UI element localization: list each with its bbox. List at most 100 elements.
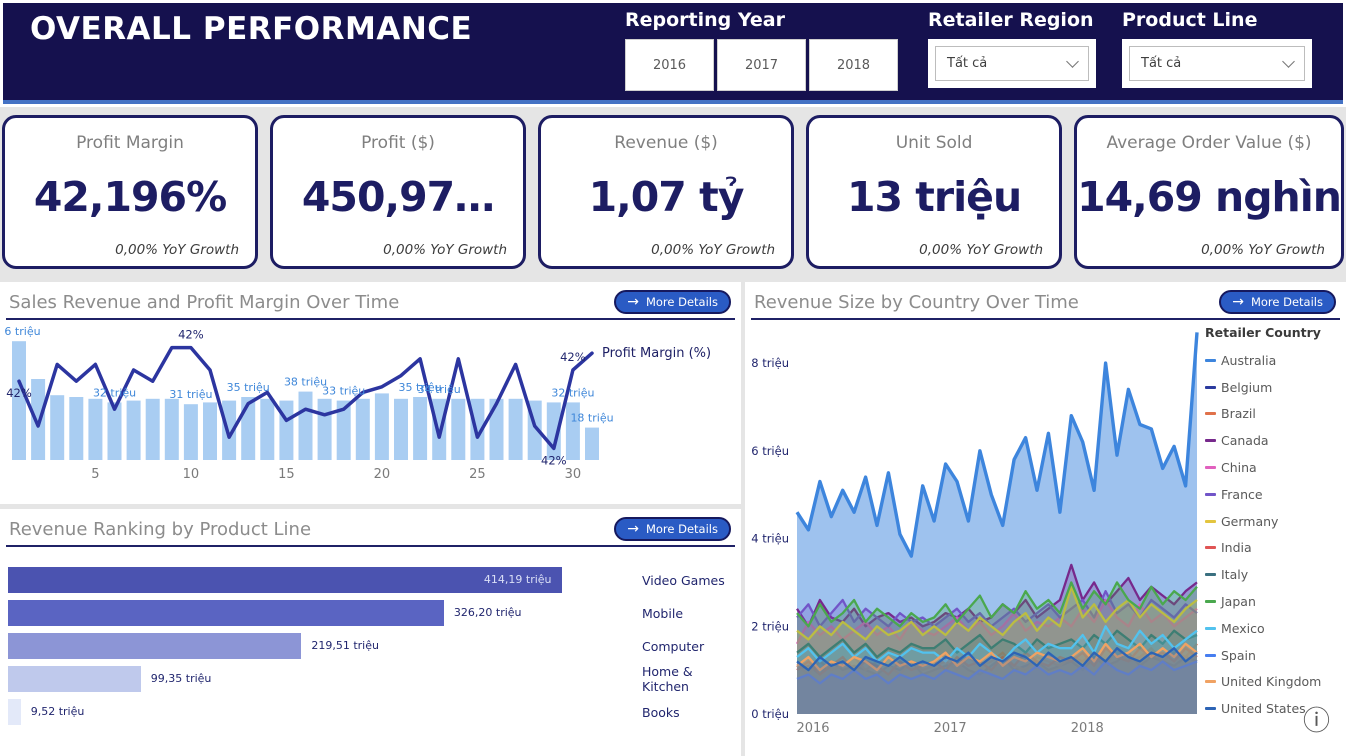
rank-row-video-games[interactable]: 414,19 triệuVideo Games: [8, 567, 731, 593]
legend-item-india[interactable]: India: [1205, 535, 1341, 562]
legend-item-australia[interactable]: Australia: [1205, 347, 1341, 374]
kpi-title: Profit Margin: [5, 133, 255, 153]
svg-text:25: 25: [469, 467, 486, 482]
more-details-button-country[interactable]: → More Details: [1219, 290, 1336, 314]
kpi-value: 1,07 tỷ: [541, 173, 791, 221]
svg-text:0 triệu: 0 triệu: [751, 707, 789, 721]
year-button-2017[interactable]: 2017: [717, 39, 806, 91]
kpi-growth: 0,00% YoY Growth: [651, 242, 775, 258]
svg-text:38 triệu: 38 triệu: [284, 376, 327, 389]
legend-label: Australia: [1221, 353, 1276, 368]
retailer-region-filter: Retailer Region Tất cả: [928, 9, 1096, 88]
panel-revenue-by-country: Revenue Size by Country Over Time → More…: [745, 282, 1346, 756]
legend-item-united-kingdom[interactable]: United Kingdom: [1205, 669, 1341, 696]
legend-label: Japan: [1221, 594, 1256, 609]
rank-bar[interactable]: [8, 666, 141, 692]
retailer-region-label: Retailer Region: [928, 9, 1096, 31]
panel-country-title: Revenue Size by Country Over Time: [754, 292, 1079, 313]
product-line-filter: Product Line Tất cả: [1122, 9, 1312, 88]
rank-bar[interactable]: [8, 567, 562, 593]
arrow-right-icon: →: [1232, 295, 1244, 309]
legend-swatch: [1205, 359, 1216, 362]
legend-item-italy[interactable]: Italy: [1205, 561, 1341, 588]
panel-ranking-title: Revenue Ranking by Product Line: [9, 519, 311, 540]
svg-text:66 triệu: 66 triệu: [4, 325, 41, 338]
kpi-title: Unit Sold: [809, 133, 1059, 153]
kpi-growth: 0,00% YoY Growth: [115, 242, 239, 258]
legend-swatch: [1205, 412, 1216, 415]
rank-value-label: 9,52 triệu: [31, 705, 85, 718]
legend-item-spain[interactable]: Spain: [1205, 642, 1341, 669]
rank-category-label: Home & Kitchen: [596, 664, 731, 694]
retailer-region-dropdown[interactable]: Tất cả: [928, 39, 1096, 88]
svg-text:32 triệu: 32 triệu: [93, 386, 136, 399]
rank-category-label: Mobile: [596, 606, 731, 621]
legend-item-canada[interactable]: Canada: [1205, 427, 1341, 454]
svg-text:2017: 2017: [934, 721, 967, 736]
arrow-right-icon: →: [627, 295, 639, 309]
more-details-button-sales[interactable]: → More Details: [614, 290, 731, 314]
svg-text:42%: 42%: [541, 453, 567, 467]
rank-row-mobile[interactable]: 326,20 triệuMobile: [8, 600, 731, 626]
rank-value-label: 219,51 triệu: [311, 639, 379, 652]
legend-label: United States: [1221, 701, 1306, 716]
svg-text:30: 30: [565, 467, 582, 482]
kpi-card-average-order-value: Average Order Value ($)14,69 nghìn0,00% …: [1074, 115, 1344, 269]
kpi-title: Revenue ($): [541, 133, 791, 153]
legend-item-belgium[interactable]: Belgium: [1205, 374, 1341, 401]
svg-text:2 triệu: 2 triệu: [751, 619, 789, 633]
kpi-title: Average Order Value ($): [1077, 133, 1341, 153]
reporting-year-filter: Reporting Year 201620172018: [625, 9, 907, 91]
legend-swatch: [1205, 466, 1216, 469]
kpi-card-revenue: Revenue ($) 1,07 tỷ 0,00% YoY Growth: [538, 115, 794, 269]
legend-label: United Kingdom: [1221, 674, 1321, 689]
kpi-value: 14,69 nghìn: [1077, 173, 1341, 221]
legend-swatch: [1205, 627, 1216, 630]
legend-item-mexico[interactable]: Mexico: [1205, 615, 1341, 642]
rank-bar[interactable]: [8, 633, 301, 659]
year-button-2018[interactable]: 2018: [809, 39, 898, 91]
legend-swatch: [1205, 707, 1216, 710]
legend-label: Brazil: [1221, 406, 1256, 421]
svg-text:35 triệu: 35 triệu: [227, 381, 270, 394]
legend-item-germany[interactable]: Germany: [1205, 508, 1341, 535]
legend-item-brazil[interactable]: Brazil: [1205, 401, 1341, 428]
legend-item-japan[interactable]: Japan: [1205, 588, 1341, 615]
country-legend: Retailer Country AustraliaBelgiumBrazilC…: [1203, 322, 1341, 756]
legend-item-france[interactable]: France: [1205, 481, 1341, 508]
rank-bar[interactable]: [8, 699, 21, 725]
rank-bar[interactable]: [8, 600, 444, 626]
kpi-value: 42,196%: [5, 173, 255, 221]
panel-revenue-ranking: Revenue Ranking by Product Line → More D…: [0, 509, 741, 756]
product-line-value: Tất cả: [1141, 56, 1181, 71]
rank-row-home-kitchen[interactable]: 99,35 triệuHome & Kitchen: [8, 666, 731, 692]
header-accent-strip: [3, 100, 1343, 104]
svg-text:5: 5: [91, 467, 99, 482]
kpi-card-profit: Profit ($)450,97…0,00% YoY Growth: [270, 115, 526, 269]
year-button-2016[interactable]: 2016: [625, 39, 714, 91]
more-details-label: More Details: [646, 522, 718, 536]
legend-swatch: [1205, 600, 1216, 603]
legend-label: France: [1221, 487, 1263, 502]
legend-swatch: [1205, 680, 1216, 683]
sales-combo-chart-svg: 5101520253066 triệu32 triệu31 triệu35 tr…: [4, 324, 734, 492]
legend-label: India: [1221, 540, 1252, 555]
legend-swatch: [1205, 493, 1216, 496]
legend-item-china[interactable]: China: [1205, 454, 1341, 481]
info-icon[interactable]: ⓘ: [1303, 708, 1330, 735]
country-area-chart: 0 triệu2 triệu4 triệu6 triệu8 triệu20162…: [745, 322, 1203, 756]
rank-row-computer[interactable]: 219,51 triệuComputer: [8, 633, 731, 659]
product-line-dropdown[interactable]: Tất cả: [1122, 39, 1312, 88]
retailer-region-value: Tất cả: [947, 56, 987, 71]
svg-text:6 triệu: 6 triệu: [751, 444, 789, 458]
ranking-bar-chart: 414,19 triệuVideo Games 326,20 triệuMobil…: [0, 547, 741, 725]
kpi-growth: 0,00% YoY Growth: [383, 242, 507, 258]
legend-label: China: [1221, 460, 1257, 475]
svg-text:2018: 2018: [1071, 721, 1104, 736]
rank-row-books[interactable]: 9,52 triệuBooks: [8, 699, 731, 725]
title-underline: [6, 318, 735, 320]
more-details-button-ranking[interactable]: → More Details: [614, 517, 731, 541]
rank-category-label: Video Games: [596, 573, 731, 588]
svg-text:31 triệu: 31 triệu: [169, 388, 212, 401]
svg-text:18 triệu: 18 triệu: [570, 412, 613, 425]
